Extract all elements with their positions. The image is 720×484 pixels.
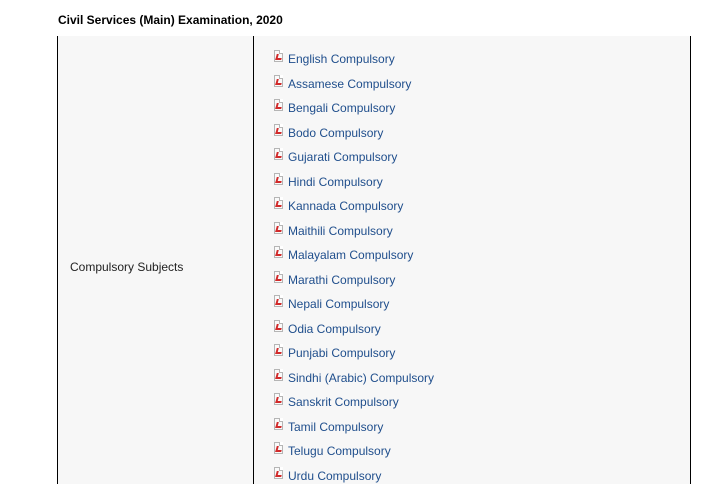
pdf-icon [274, 417, 283, 430]
paper-link-item[interactable]: Assamese Compulsory [274, 74, 411, 93]
paper-link-item[interactable]: Maithili Compulsory [274, 221, 393, 240]
paper-link-item[interactable]: Hindi Compulsory [274, 172, 383, 191]
pdf-icon [274, 246, 283, 258]
pdf-icon [274, 319, 283, 332]
paper-link-item[interactable]: Malayalam Compulsory [274, 246, 413, 264]
paper-link-item[interactable]: Nepali Compulsory [274, 295, 389, 313]
pdf-icon [274, 148, 283, 160]
paper-link-item[interactable]: Bengali Compulsory [274, 99, 395, 117]
paper-link-item[interactable]: Odia Compulsory [274, 319, 381, 338]
pdf-icon [274, 172, 283, 185]
paper-link-item[interactable]: Tamil Compulsory [274, 417, 383, 436]
paper-link-item[interactable]: Sindhi (Arabic) Compulsory [274, 368, 434, 387]
paper-link[interactable]: Assamese Compulsory [288, 77, 411, 91]
paper-link[interactable]: Hindi Compulsory [288, 175, 383, 189]
paper-link-item[interactable]: Punjabi Compulsory [274, 344, 395, 362]
paper-link[interactable]: Nepali Compulsory [288, 297, 389, 311]
paper-link[interactable]: Odia Compulsory [288, 322, 381, 336]
pdf-icon [274, 466, 283, 479]
paper-link[interactable]: Maithili Compulsory [288, 224, 393, 238]
pdf-icon [274, 295, 283, 307]
pdf-icon [274, 270, 283, 283]
pdf-icon [274, 50, 283, 62]
paper-link-item[interactable]: Sanskrit Compulsory [274, 393, 399, 411]
paper-link-item[interactable]: Kannada Compulsory [274, 197, 403, 215]
paper-link[interactable]: Telugu Compulsory [288, 444, 391, 458]
paper-link[interactable]: Sindhi (Arabic) Compulsory [288, 371, 434, 385]
paper-link-item[interactable]: Urdu Compulsory [274, 466, 381, 484]
row-label: Compulsory Subjects [70, 260, 184, 274]
pdf-icon [274, 368, 283, 381]
paper-link[interactable]: Sanskrit Compulsory [288, 395, 399, 409]
paper-link[interactable]: English Compulsory [288, 52, 395, 66]
paper-link[interactable]: Urdu Compulsory [288, 469, 381, 483]
pdf-icon [274, 197, 283, 209]
page: Civil Services (Main) Examination, 2020 … [0, 0, 720, 484]
pdf-icon [274, 344, 283, 356]
table-border-right [690, 36, 691, 484]
pdf-icon [274, 74, 283, 87]
pdf-icon [274, 221, 283, 234]
paper-link-item[interactable]: Gujarati Compulsory [274, 148, 397, 166]
pdf-icon [274, 442, 283, 454]
paper-link-item[interactable]: English Compulsory [274, 50, 395, 68]
paper-link[interactable]: Bengali Compulsory [288, 101, 395, 115]
paper-link-item[interactable]: Bodo Compulsory [274, 123, 383, 142]
paper-link[interactable]: Gujarati Compulsory [288, 150, 397, 164]
table-border-left [57, 36, 58, 484]
paper-link[interactable]: Malayalam Compulsory [288, 248, 413, 262]
page-title: Civil Services (Main) Examination, 2020 [58, 13, 283, 27]
paper-link[interactable]: Tamil Compulsory [288, 420, 383, 434]
paper-link-item[interactable]: Telugu Compulsory [274, 442, 391, 460]
pdf-icon [274, 99, 283, 111]
paper-link[interactable]: Punjabi Compulsory [288, 346, 395, 360]
pdf-icon [274, 123, 283, 136]
paper-link[interactable]: Marathi Compulsory [288, 273, 395, 287]
paper-link-item[interactable]: Marathi Compulsory [274, 270, 395, 289]
pdf-icon [274, 393, 283, 405]
table-border-middle [253, 36, 254, 484]
paper-link[interactable]: Kannada Compulsory [288, 199, 403, 213]
paper-link[interactable]: Bodo Compulsory [288, 126, 383, 140]
